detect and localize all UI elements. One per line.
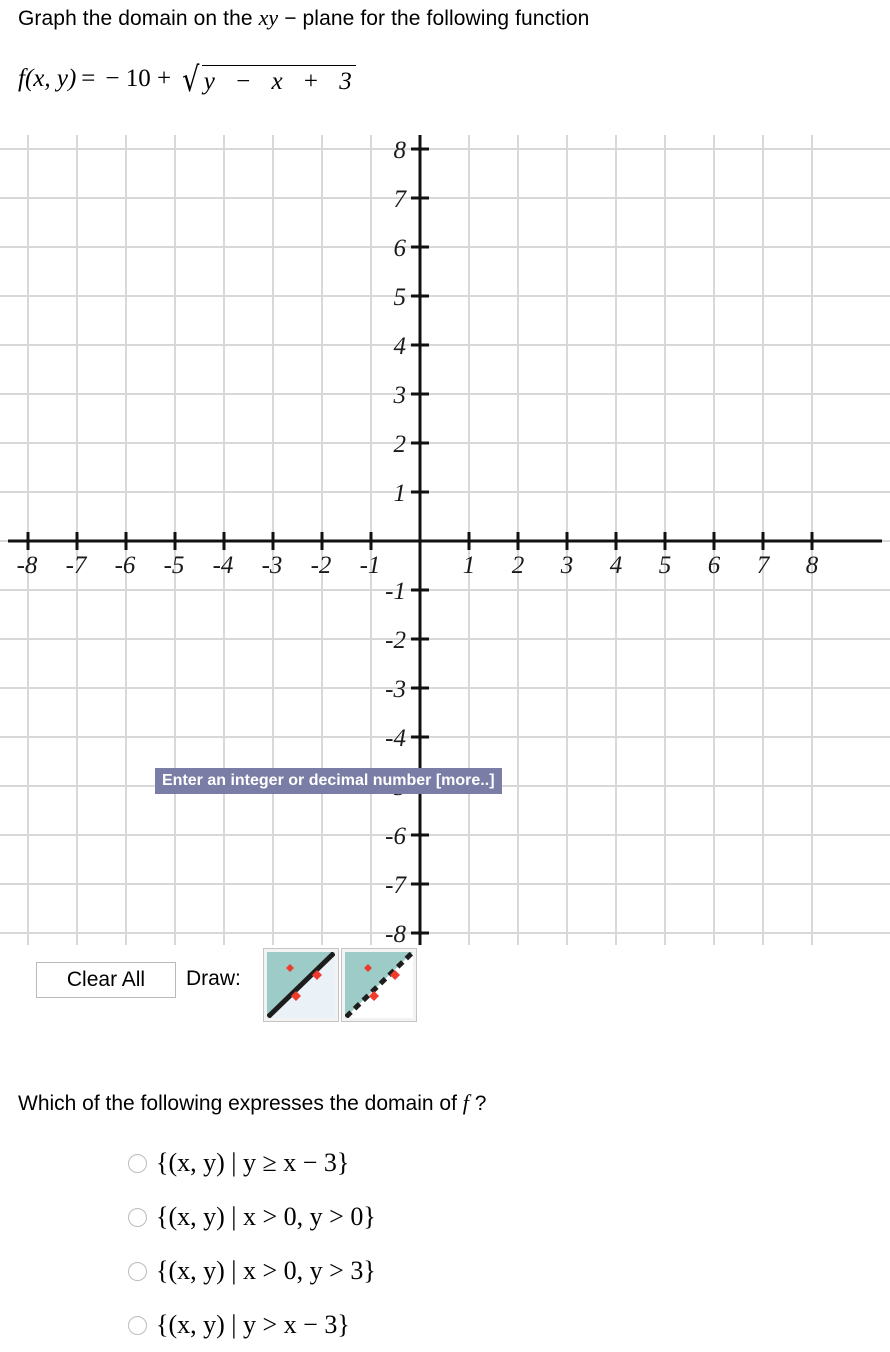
x-tick-label: -4: [213, 552, 234, 579]
x-tick-label: 1: [463, 552, 476, 579]
solid-line-region-tool-button[interactable]: [263, 948, 339, 1022]
y-tick-label: 6: [394, 235, 407, 262]
x-tick-label: 7: [757, 552, 771, 579]
answer-choice-choice-a[interactable]: {(x, y) | y ≥ x − 3}: [128, 1136, 828, 1190]
x-tick-label: 5: [659, 552, 672, 579]
prompt-text-part2: − plane for the following function: [278, 7, 590, 30]
prompt-text-part1: Graph the domain on the: [18, 7, 259, 30]
answer-choice-list: {(x, y) | y ≥ x − 3} {(x, y) | x > 0, y >…: [128, 1136, 828, 1352]
radio-button-choice-a[interactable]: [128, 1153, 147, 1173]
answer-choice-label: {(x, y) | y ≥ x − 3}: [156, 1148, 350, 1177]
radio-button-choice-d[interactable]: [128, 1315, 147, 1335]
formula-arguments: (x, y): [24, 65, 77, 92]
y-tick-label: 5: [394, 284, 407, 311]
y-tick-label: -8: [385, 921, 406, 945]
x-tick-label: 2: [512, 552, 525, 579]
draw-label: Draw:: [186, 967, 241, 990]
x-tick-label: 3: [560, 552, 574, 579]
x-tick-label: -6: [115, 552, 136, 579]
x-tick-label: 6: [708, 552, 721, 579]
formula-equals: =: [81, 65, 96, 92]
x-tick-label: -7: [66, 552, 88, 579]
x-tick-label: -1: [360, 552, 381, 579]
x-tick-label: 4: [610, 552, 623, 579]
dashed-line-region-tool-button[interactable]: [341, 948, 417, 1022]
solid-line-region-icon: [267, 952, 335, 1018]
answer-input-tooltip: Enter an integer or decimal number [more…: [155, 768, 502, 794]
graph-canvas[interactable]: -8 -7 -6 -5 -4 -3 -2 -1 1 2 3 4 5 6 7 8 87654321-1-2-3-…: [0, 135, 890, 945]
radicand-minus: −: [236, 68, 251, 95]
radio-button-choice-b[interactable]: [128, 1207, 147, 1227]
radicand-x: x: [271, 68, 283, 95]
x-tick-label: -5: [164, 552, 185, 579]
y-tick-label: 7: [394, 186, 408, 213]
prompt-text: Graph the domain on the xy − plane for t…: [18, 4, 589, 33]
axes: [8, 135, 882, 945]
dashed-line-region-icon: [345, 952, 413, 1018]
formula-radicand: y − x + 3: [201, 65, 356, 96]
x-axis-tick-labels: -8 -7 -6 -5 -4 -3 -2 -1 1 2 3 4 5 6 7 8: [17, 552, 819, 579]
x-tick-label: 8: [806, 552, 819, 579]
square-root-icon: √ y − x + 3: [180, 60, 356, 100]
y-tick-label: -4: [385, 725, 406, 752]
answer-choice-label: {(x, y) | y > x − 3}: [156, 1310, 350, 1339]
clear-all-button[interactable]: Clear All: [36, 962, 176, 998]
y-tick-label: -1: [385, 578, 406, 605]
formula-leading-term: − 10 +: [105, 65, 172, 92]
y-tick-label: 1: [394, 480, 407, 507]
radical-sign: √: [182, 60, 200, 100]
question-text-part1: Which of the following expresses the dom…: [18, 1092, 463, 1115]
y-tick-label: 2: [394, 431, 407, 458]
graph-toolbar: Clear All Draw:: [0, 948, 890, 1026]
radicand-three: 3: [339, 68, 352, 95]
radio-button-choice-c[interactable]: [128, 1261, 147, 1281]
x-tick-label: -3: [262, 552, 283, 579]
answer-choice-label: {(x, y) | x > 0, y > 3}: [156, 1256, 376, 1285]
radicand-y: y: [203, 68, 215, 95]
y-tick-label: -7: [385, 872, 407, 899]
question-text-part2: ?: [468, 1092, 487, 1115]
y-tick-label: -2: [385, 627, 406, 654]
y-tick-label: 3: [393, 382, 407, 409]
answer-choice-choice-b[interactable]: {(x, y) | x > 0, y > 0}: [128, 1190, 828, 1244]
x-tick-label: -2: [311, 552, 332, 579]
radicand-plus: +: [303, 68, 318, 95]
y-tick-label: 4: [394, 333, 407, 360]
answer-choice-choice-d[interactable]: {(x, y) | y > x − 3}: [128, 1298, 828, 1352]
x-tick-label: -8: [17, 552, 38, 579]
y-tick-label: -3: [385, 676, 406, 703]
function-formula: f (x, y) = − 10 + √ y − x + 3: [18, 60, 356, 100]
formula-function-name: f: [18, 65, 25, 92]
coordinate-plane-graph[interactable]: -8 -7 -6 -5 -4 -3 -2 -1 1 2 3 4 5 6 7 8 8 7 6 5 4 3 2 1 -1 -2 -3-…: [0, 135, 890, 945]
answer-choice-choice-c[interactable]: {(x, y) | x > 0, y > 3}: [128, 1244, 828, 1298]
prompt-variables: xy: [258, 5, 279, 30]
domain-question-text: Which of the following expresses the dom…: [18, 1090, 486, 1116]
answer-choice-label: {(x, y) | x > 0, y > 0}: [156, 1202, 376, 1231]
y-tick-label: 8: [394, 137, 407, 164]
y-tick-label: -6: [385, 823, 406, 850]
